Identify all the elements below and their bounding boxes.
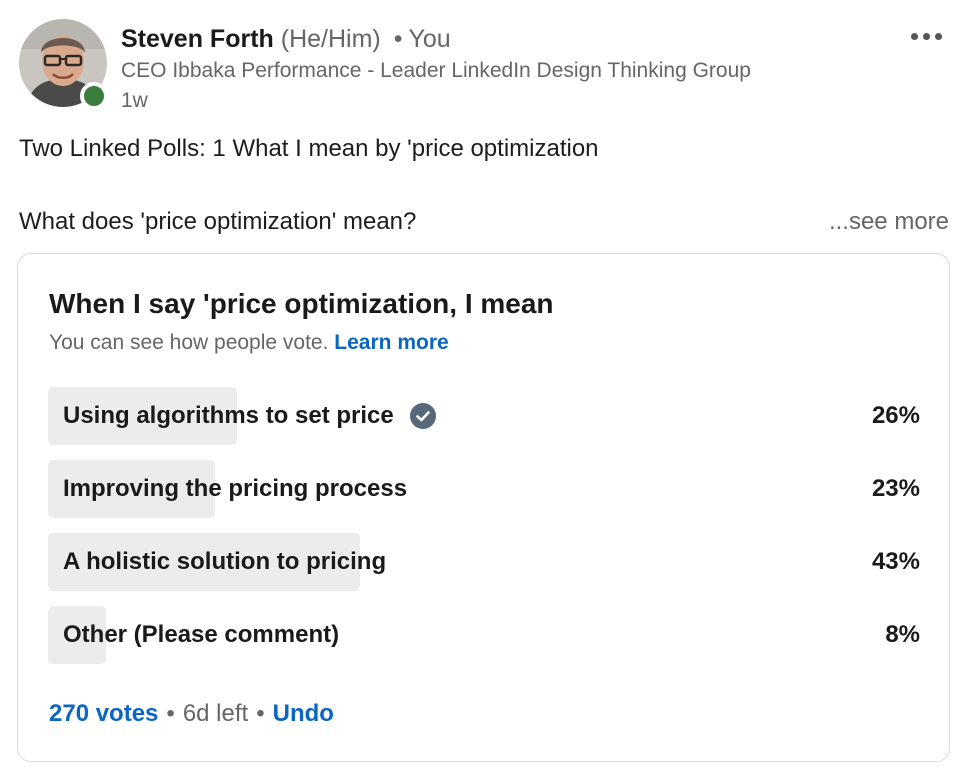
post-text-line: Two Linked Polls: 1 What I mean by 'pric… bbox=[19, 135, 599, 162]
poll-footer: 270 votes • 6d left • Undo bbox=[49, 699, 334, 729]
post-text-line: What does 'price optimization' mean? bbox=[19, 208, 417, 235]
author-line: Steven Forth (He/Him) • You bbox=[121, 24, 451, 54]
author-headline: CEO Ibbaka Performance - Leader LinkedIn… bbox=[121, 59, 751, 82]
author-relation: You bbox=[408, 25, 451, 53]
undo-vote-button[interactable]: Undo bbox=[273, 700, 334, 727]
poll-option-percent: 23% bbox=[871, 475, 920, 502]
menu-dot bbox=[922, 32, 930, 40]
separator-dot: • bbox=[166, 700, 175, 727]
post-timestamp: 1w bbox=[121, 89, 148, 112]
poll-option-label: Other (Please comment) bbox=[63, 621, 340, 648]
see-more-link[interactable]: ...see more bbox=[829, 207, 949, 237]
poll-time-left: 6d left bbox=[182, 700, 249, 727]
poll-option-label: A holistic solution to pricing bbox=[63, 548, 387, 575]
learn-more-link[interactable]: Learn more bbox=[334, 331, 448, 354]
more-options-icon[interactable] bbox=[902, 22, 950, 50]
poll-option-label-wrap: Improving the pricing process bbox=[63, 460, 407, 518]
poll-option-percent: 43% bbox=[871, 548, 920, 575]
poll-option-percent: 26% bbox=[871, 402, 920, 429]
poll-option-label: Using algorithms to set price bbox=[63, 402, 394, 429]
separator-dot: • bbox=[393, 25, 403, 53]
poll-option-label: Improving the pricing process bbox=[63, 475, 408, 502]
online-status-indicator bbox=[80, 82, 108, 110]
menu-dot bbox=[934, 32, 942, 40]
votes-count-link[interactable]: 270 votes bbox=[49, 700, 158, 727]
poll-option-percent: 8% bbox=[885, 621, 920, 648]
check-circle-icon bbox=[409, 403, 436, 429]
poll-visibility-note: You can see how people vote. Learn more bbox=[49, 330, 449, 356]
author-name[interactable]: Steven Forth bbox=[121, 25, 274, 53]
poll-option-label-wrap: A holistic solution to pricing bbox=[63, 533, 386, 591]
poll-visibility-text: You can see how people vote. bbox=[49, 331, 329, 354]
poll-option-label-wrap: Using algorithms to set price bbox=[63, 387, 436, 445]
author-pronouns: (He/Him) bbox=[280, 25, 381, 53]
linkedin-post: Steven Forth (He/Him) • You CEO Ibbaka Pe… bbox=[0, 0, 962, 768]
poll-option[interactable]: A holistic solution to pricing 43% bbox=[48, 533, 920, 591]
poll-option[interactable]: Using algorithms to set price 26% bbox=[48, 387, 920, 445]
poll-card: When I say 'price optimization, I mean Y… bbox=[17, 253, 950, 762]
poll-option-label-wrap: Other (Please comment) bbox=[63, 606, 339, 664]
menu-dot bbox=[910, 32, 918, 40]
poll-option[interactable]: Other (Please comment) 8% bbox=[48, 606, 920, 664]
poll-option[interactable]: Improving the pricing process 23% bbox=[48, 460, 920, 518]
poll-question: When I say 'price optimization, I mean bbox=[49, 288, 554, 319]
separator-dot: • bbox=[256, 700, 265, 727]
